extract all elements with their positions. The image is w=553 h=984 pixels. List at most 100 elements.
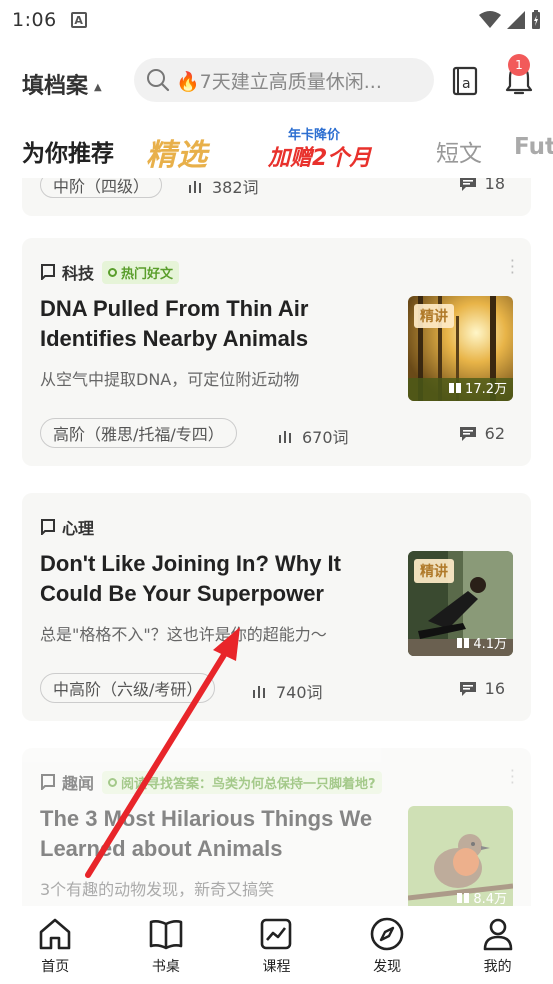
hot-dot-icon xyxy=(108,777,118,787)
word-count: 670词 xyxy=(278,424,349,448)
category-tabs: 为你推荐 精选 年卡降价 加赠2个月 短文 Futu xyxy=(0,124,553,178)
article-title: The 3 Most Hilarious Things We Learned a… xyxy=(40,806,373,861)
status-time: 1:06 xyxy=(12,9,57,31)
article-thumbnail: 8.4万 xyxy=(408,806,513,906)
battery-icon xyxy=(532,10,540,29)
tab-featured[interactable]: 精选 xyxy=(146,130,208,174)
status-icons xyxy=(479,10,541,30)
word-count-text: 382词 xyxy=(212,178,259,197)
nav-label: 课程 xyxy=(262,959,291,975)
top-bar: 填档案 ▲ 🔥7天建立高质量休闲... a xyxy=(0,56,553,106)
comment-count-text: 18 xyxy=(484,178,505,193)
signal-icon xyxy=(507,11,525,29)
search-placeholder: 🔥7天建立高质量休闲... xyxy=(176,70,382,93)
nav-mine[interactable]: 我的 xyxy=(442,906,553,984)
comment-icon xyxy=(459,178,476,191)
category-row: 趣闻 阅读寻找答案：鸟类为何总保持一只脚着地? xyxy=(40,770,382,794)
view-count: 8.4万 xyxy=(456,888,507,906)
book-icon xyxy=(149,920,183,950)
category-label: 趣闻 xyxy=(62,774,95,793)
nav-discover[interactable]: 发现 xyxy=(332,906,443,984)
word-count: 382词 xyxy=(188,178,259,198)
thumb-tag: 精讲 xyxy=(414,559,454,583)
nav-label: 首页 xyxy=(41,959,70,975)
view-count-text: 4.1万 xyxy=(473,637,507,652)
article-title: Don't Like Joining In? Why It Could Be Y… xyxy=(40,551,341,606)
status-bar: 1:06 A xyxy=(0,0,553,40)
thumb-tag: 精讲 xyxy=(414,304,454,328)
level-chip: 高阶（雅思/托福/专四） xyxy=(40,418,237,448)
word-count-text: 740词 xyxy=(276,683,323,702)
comment-icon xyxy=(459,426,476,441)
tab-recommend[interactable]: 为你推荐 xyxy=(22,134,114,168)
channel-label: 填档案 xyxy=(22,74,89,99)
nav-label: 我的 xyxy=(483,959,512,975)
level-chip: 中高阶（六级/考研） xyxy=(40,673,216,703)
compass-icon xyxy=(370,917,404,951)
hot-tag: 热门好文 xyxy=(102,260,180,284)
article-feed[interactable]: 中阶（四级） 382词 18 科技 热门好文 · · · DNA Pulled Fr… xyxy=(0,178,553,906)
person-icon xyxy=(483,918,512,951)
comment-count-text: 62 xyxy=(484,424,505,443)
tab-future[interactable]: Futu xyxy=(514,134,553,160)
nav-desk[interactable]: 书桌 xyxy=(111,906,222,984)
bottom-nav: 首页 书桌 课程 发现 我的 xyxy=(0,906,553,984)
book-open-icon xyxy=(457,892,470,903)
article-card[interactable]: 科技 热门好文 · · · DNA Pulled From Thin Air Ide… xyxy=(22,238,531,466)
search-icon xyxy=(147,69,170,92)
article-card[interactable]: 心理 Don't Like Joining In? Why It Could B… xyxy=(22,493,531,721)
article-card[interactable]: 趣闻 阅读寻找答案：鸟类为何总保持一只脚着地? · · · The 3 Most H… xyxy=(22,748,531,906)
category-label: 科技 xyxy=(62,264,95,283)
bars-icon xyxy=(189,181,201,193)
channel-selector[interactable]: 填档案 ▲ xyxy=(22,68,102,100)
bars-icon xyxy=(279,431,291,443)
book-open-icon xyxy=(449,382,462,393)
tab-short-articles[interactable]: 短文 xyxy=(436,134,482,168)
hot-tag-text: 阅读寻找答案：鸟类为何总保持一只脚着地? xyxy=(121,776,376,792)
article-subtitle: 从空气中提取DNA，可定位附近动物 xyxy=(40,370,300,389)
nav-home[interactable]: 首页 xyxy=(0,906,111,984)
svg-text:a: a xyxy=(462,76,471,92)
category-row: 心理 xyxy=(40,515,94,539)
hot-tag: 阅读寻找答案：鸟类为何总保持一只脚着地? xyxy=(102,770,382,794)
comment-count: 62 xyxy=(459,424,505,443)
nav-label: 发现 xyxy=(373,959,402,975)
promo-bottom-text: 加赠2个月 xyxy=(268,146,372,171)
category-row: 科技 热门好文 xyxy=(40,260,180,284)
article-thumbnail: 精讲 17.2万 xyxy=(408,296,513,401)
wifi-icon xyxy=(479,11,501,28)
category-label: 心理 xyxy=(62,519,95,538)
bars-icon xyxy=(253,686,265,698)
hot-tag-text: 热门好文 xyxy=(121,266,174,282)
comment-count-text: 16 xyxy=(484,679,505,698)
dictionary-icon[interactable]: a xyxy=(452,66,478,96)
comment-icon xyxy=(459,681,476,696)
view-count-text: 17.2万 xyxy=(465,382,507,397)
level-chip: 中阶（四级） xyxy=(40,178,163,198)
notification-a-icon: A xyxy=(70,12,87,28)
article-subtitle: 3个有趣的动物发现，新奇又搞笑 xyxy=(40,880,275,899)
home-icon xyxy=(39,918,71,950)
more-options-icon[interactable]: · · · xyxy=(510,253,515,281)
notification-badge: 1 xyxy=(508,54,530,76)
word-count: 740词 xyxy=(252,679,323,703)
bookmark-flag-icon xyxy=(41,264,55,280)
bookmark-flag-icon xyxy=(41,774,55,790)
tab-promo-banner[interactable]: 年卡降价 加赠2个月 xyxy=(268,124,398,174)
article-subtitle: 总是"格格不入"？这也许是你的超能力～ xyxy=(40,625,327,644)
comment-count: 16 xyxy=(459,679,505,698)
view-count: 4.1万 xyxy=(456,633,507,652)
article-title: DNA Pulled From Thin Air Identifies Near… xyxy=(40,296,309,351)
nav-courses[interactable]: 课程 xyxy=(221,906,332,984)
word-count-text: 670词 xyxy=(302,428,349,447)
article-card-partial[interactable]: 中阶（四级） 382词 18 xyxy=(22,178,531,216)
chart-icon xyxy=(261,918,292,950)
book-open-icon xyxy=(457,637,470,648)
more-options-icon[interactable]: · · · xyxy=(510,763,515,791)
comment-count: 18 xyxy=(459,178,505,193)
hot-dot-icon xyxy=(108,267,118,277)
view-count: 17.2万 xyxy=(448,378,507,397)
search-input[interactable]: 🔥7天建立高质量休闲... xyxy=(134,58,434,102)
bookmark-flag-icon xyxy=(41,519,55,535)
view-count-text: 8.4万 xyxy=(473,892,507,906)
